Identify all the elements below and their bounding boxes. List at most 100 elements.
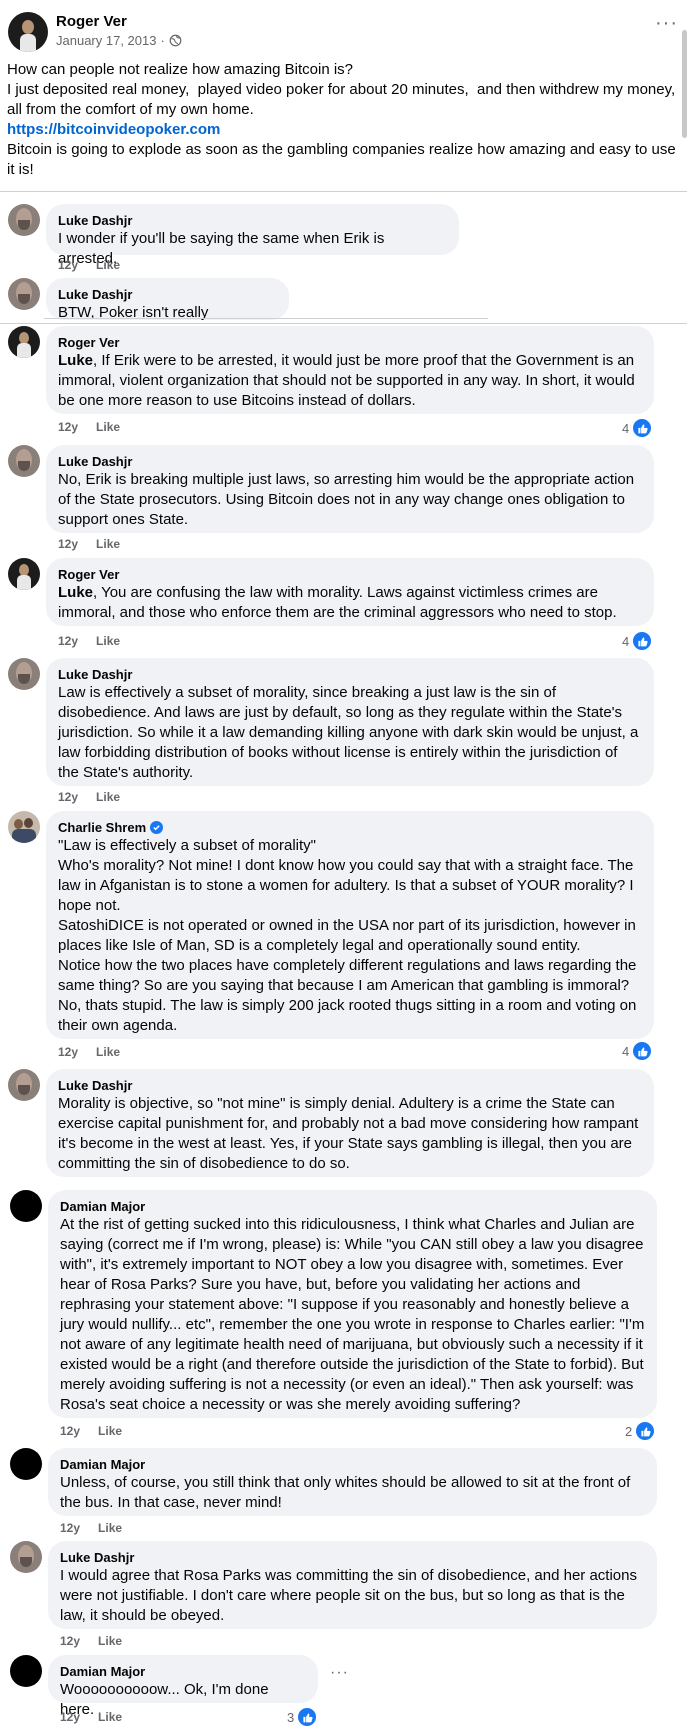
comment-age[interactable]: 12y [58, 634, 78, 648]
comment-author-name[interactable]: Luke Dashjr [58, 453, 132, 470]
separator-line [0, 323, 687, 324]
comment-actions: 12y Like [58, 420, 120, 434]
comment-author[interactable]: Damian Major [60, 1456, 645, 1473]
comment-text: Luke, If Erik were to be arrested, it wo… [58, 352, 635, 409]
comment-text: I would agree that Rosa Parks was commit… [60, 1567, 637, 1624]
comment-author[interactable]: Damian Major [60, 1198, 645, 1215]
commenter-avatar[interactable] [10, 1541, 42, 1573]
commenter-avatar[interactable] [8, 1069, 40, 1101]
comment-author-name[interactable]: Luke Dashjr [60, 1549, 134, 1566]
post-author-name[interactable]: Roger Ver [56, 13, 127, 30]
comment-age[interactable]: 12y [58, 258, 78, 272]
commenter-avatar[interactable] [8, 204, 40, 236]
comment-actions: 12y Like [58, 634, 120, 648]
comment-age[interactable]: 12y [58, 420, 78, 434]
like-button[interactable]: Like [96, 790, 120, 804]
commenter-avatar[interactable] [10, 1655, 42, 1687]
commenter-avatar[interactable] [8, 658, 40, 690]
commenter-avatar[interactable] [10, 1190, 42, 1222]
reaction-number: 3 [287, 1709, 295, 1725]
comment-author[interactable]: Roger Ver [58, 566, 642, 583]
commenter-avatar[interactable] [10, 1448, 42, 1480]
comment-age[interactable]: 12y [58, 790, 78, 804]
comment-paragraph: Notice how the two places have completel… [58, 957, 637, 1034]
author-avatar[interactable] [8, 12, 48, 52]
post-body: How can people not realize how amazing B… [7, 60, 679, 180]
commenter-avatar[interactable] [8, 445, 40, 477]
post-link[interactable]: https://bitcoinvideopoker.com [7, 120, 679, 140]
commenter-avatar[interactable] [8, 326, 40, 358]
comment-bubble: Luke Dashjr No, Erik is breaking multiple… [46, 445, 654, 533]
like-button[interactable]: Like [98, 1424, 122, 1438]
like-thumb-icon [632, 631, 653, 651]
more-options-icon[interactable]: ··· [655, 13, 678, 33]
comment-age[interactable]: 12y [60, 1634, 80, 1648]
reaction-count[interactable]: 4 [622, 631, 653, 651]
comment-author-name[interactable]: Damian Major [60, 1456, 145, 1473]
commenter-avatar[interactable] [8, 278, 40, 310]
like-button[interactable]: Like [96, 258, 120, 272]
comment-author-name[interactable]: Luke Dashjr [58, 286, 132, 303]
like-button[interactable]: Like [96, 1045, 120, 1059]
comment-author[interactable]: Luke Dashjr [58, 1077, 642, 1094]
comment-bubble: Roger Ver Luke, If Erik were to be arrest… [46, 326, 654, 414]
comment-author[interactable]: Luke Dashjr [58, 212, 447, 229]
commenter-avatar[interactable] [8, 558, 40, 590]
like-button[interactable]: Like [98, 1710, 122, 1724]
comment-actions: 12y Like [58, 258, 120, 272]
comment-actions: 12y Like [58, 537, 120, 551]
comment-author-name[interactable]: Roger Ver [58, 334, 119, 351]
reaction-count[interactable]: 4 [622, 418, 653, 438]
comment-age[interactable]: 12y [60, 1521, 80, 1535]
globe-icon [169, 34, 182, 47]
verified-badge-icon [150, 821, 164, 834]
comment-author-name[interactable]: Luke Dashjr [58, 666, 132, 683]
like-button[interactable]: Like [96, 537, 120, 551]
like-thumb-icon [632, 418, 653, 438]
post-line: I just deposited real money, played vide… [7, 81, 680, 118]
comment-author-name[interactable]: Luke Dashjr [58, 212, 132, 229]
comment-author-name[interactable]: Roger Ver [58, 566, 119, 583]
reaction-count[interactable]: 2 [625, 1421, 656, 1441]
comment-actions: 12y Like [60, 1521, 122, 1535]
comment-age[interactable]: 12y [60, 1424, 80, 1438]
comment-author[interactable]: Luke Dashjr [58, 666, 642, 683]
comment-author-name[interactable]: Charlie Shrem [58, 819, 146, 836]
separator-line [44, 318, 488, 319]
comment-bubble: Charlie Shrem "Law is effectively a subse… [46, 811, 654, 1039]
comment-more-icon[interactable]: ··· [330, 1664, 349, 1682]
like-thumb-icon [635, 1421, 656, 1441]
comment-age[interactable]: 12y [58, 1045, 78, 1059]
comment-author-name[interactable]: Damian Major [60, 1663, 145, 1680]
comment-author[interactable]: Luke Dashjr [58, 286, 277, 303]
comment-author[interactable]: Luke Dashjr [60, 1549, 645, 1566]
comment-actions: 12y Like [60, 1424, 122, 1438]
comment-author[interactable]: Roger Ver [58, 334, 642, 351]
post-divider [0, 191, 687, 192]
like-button[interactable]: Like [98, 1634, 122, 1648]
reaction-count[interactable]: 4 [622, 1041, 653, 1061]
scrollbar[interactable] [682, 30, 687, 138]
comment-author-name[interactable]: Luke Dashjr [58, 1077, 132, 1094]
comment-bubble: Luke Dashjr I would agree that Rosa Parks… [48, 1541, 657, 1629]
comment-actions: 12y Like [60, 1710, 122, 1724]
comment-text: Unless, of course, you still think that … [60, 1474, 631, 1511]
mention-link[interactable]: Luke [58, 352, 93, 369]
reaction-number: 4 [622, 420, 630, 436]
like-button[interactable]: Like [98, 1521, 122, 1535]
post: Roger Ver January 17, 2013 · ··· How can… [0, 0, 687, 190]
comment-author[interactable]: Luke Dashjr [58, 453, 642, 470]
post-date-text[interactable]: January 17, 2013 [56, 33, 156, 48]
comment-age[interactable]: 12y [60, 1710, 80, 1724]
like-button[interactable]: Like [96, 634, 120, 648]
reaction-count[interactable]: 3 [287, 1707, 318, 1727]
comment-bubble: Damian Major Unless, of course, you still… [48, 1448, 657, 1516]
comment-author-name[interactable]: Damian Major [60, 1198, 145, 1215]
comment-actions: 12y Like [58, 790, 120, 804]
comment-author[interactable]: Charlie Shrem [58, 819, 642, 836]
comment-author[interactable]: Damian Major [60, 1663, 306, 1680]
like-button[interactable]: Like [96, 420, 120, 434]
commenter-avatar[interactable] [8, 811, 40, 843]
comment-age[interactable]: 12y [58, 537, 78, 551]
mention-link[interactable]: Luke [58, 584, 93, 601]
